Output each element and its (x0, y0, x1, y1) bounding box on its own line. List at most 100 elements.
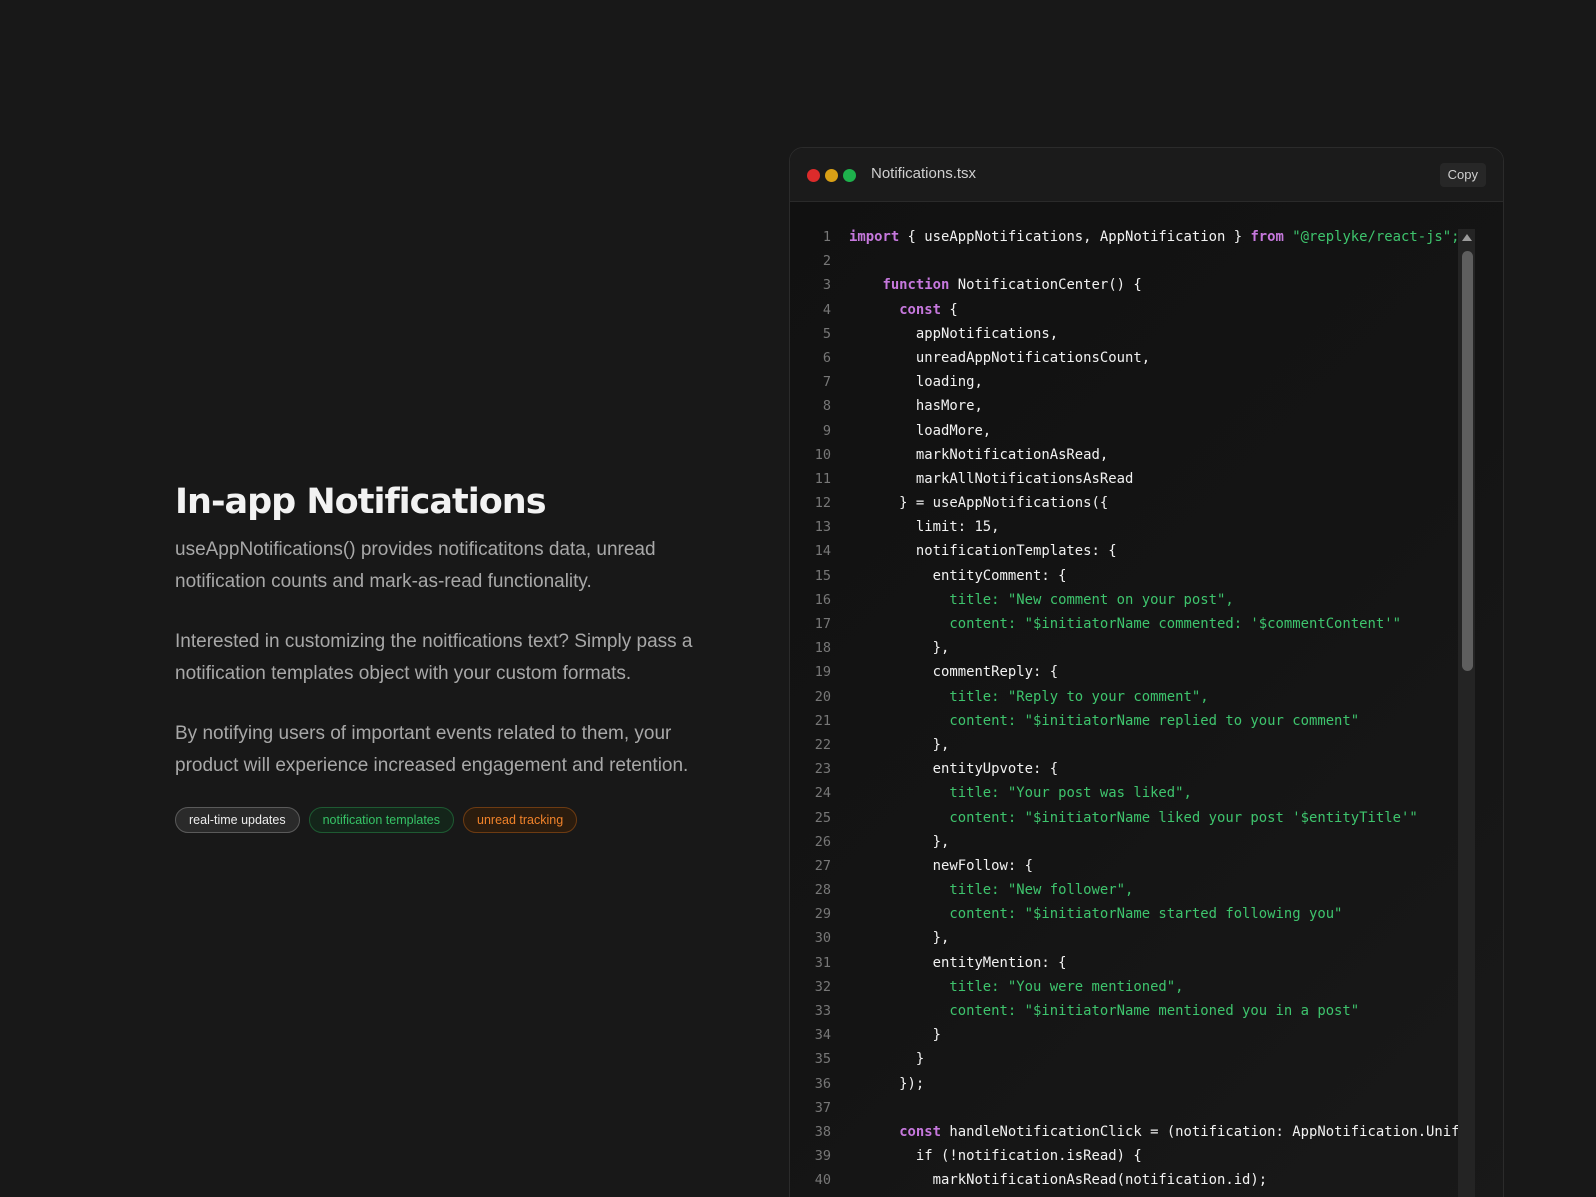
code-token: } = useAppNotifications({ (849, 495, 1109, 512)
code-line: 40 markNotificationAsRead(notification.i… (790, 1168, 1458, 1192)
feature-tags: real-time updates notification templates… (175, 807, 715, 833)
code-token: markNotificationAsRead, (849, 446, 1109, 463)
code-token: }, (849, 736, 950, 753)
code-line: 13 limit: 15, (790, 515, 1458, 539)
code-token: content: "$initiatorName commented: '$co… (949, 616, 1401, 632)
code-token: content: "$initiatorName started followi… (949, 906, 1343, 923)
section-title: In-app Notifications (175, 482, 547, 522)
line-number: 24 (814, 785, 831, 802)
code-line: 10 markNotificationAsRead, (790, 443, 1458, 467)
code-token: title: "Your post was liked", (949, 785, 1192, 802)
line-number: 34 (814, 1027, 831, 1044)
line-number: 12 (814, 495, 831, 512)
code-token: handleNotificationClick = (notification:… (941, 1123, 1458, 1140)
line-number: 1 (822, 229, 831, 245)
scroll-up-arrow-icon[interactable] (1462, 234, 1472, 241)
line-number: 19 (814, 664, 831, 681)
code-line: 36 }); (790, 1072, 1458, 1096)
code-line: 30 }, (790, 926, 1458, 950)
code-token: newFollow: { (849, 857, 1033, 874)
code-line: 15 entityComment: { (790, 564, 1458, 588)
code-token: }, (849, 833, 950, 850)
code-line: 16 title: "New comment on your post", (790, 588, 1458, 612)
line-number: 14 (814, 543, 831, 560)
scrollbar-thumb[interactable] (1462, 251, 1473, 671)
line-number: 9 (822, 422, 831, 439)
line-number: 15 (814, 567, 831, 584)
line-number: 37 (814, 1099, 831, 1116)
file-name: Notifications.tsx (871, 165, 977, 182)
close-dot-icon (807, 169, 820, 182)
copy-button[interactable]: Copy (1439, 163, 1486, 187)
line-number: 26 (814, 833, 831, 850)
code-line: 12 } = useAppNotifications({ (790, 491, 1458, 515)
code-token: entityUpvote: { (849, 761, 1059, 778)
line-number: 23 (814, 761, 831, 778)
code-line: 6 unreadAppNotificationsCount, (790, 346, 1458, 370)
code-line: 11 markAllNotificationsAsRead (790, 467, 1458, 491)
code-line: 27 newFollow: { (790, 854, 1458, 878)
line-number: 28 (814, 882, 831, 899)
code-token: }, (849, 930, 950, 947)
code-token: content: "$initiatorName liked your post… (949, 809, 1418, 826)
code-token: appNotifications, (849, 325, 1059, 342)
line-number: 13 (814, 519, 831, 536)
code-line: 28 title: "New follower", (790, 878, 1458, 902)
code-line: 3 function NotificationCenter() { (790, 273, 1458, 297)
code-line: 31 entityMention: { (790, 951, 1458, 975)
line-number: 3 (822, 277, 831, 294)
code-line: 38 const handleNotificationClick = (noti… (790, 1120, 1458, 1144)
code-token: commentReply: { (849, 664, 1059, 681)
line-number: 18 (814, 640, 831, 657)
code-token: { useAppNotifications, AppNotification } (899, 229, 1251, 245)
tag-unread-tracking: unread tracking (463, 807, 578, 833)
code-line: 37 (790, 1096, 1458, 1120)
code-token: content: "$initiatorName replied to your… (949, 712, 1360, 729)
line-number: 11 (814, 470, 831, 487)
code-line: 33 content: "$initiatorName mentioned yo… (790, 999, 1458, 1023)
description-paragraph: Interested in customizing the noitficati… (175, 631, 693, 684)
line-number: 30 (814, 930, 831, 947)
code-token: "@replyke/react-js"; (1292, 229, 1458, 245)
code-token: loadMore, (849, 422, 992, 439)
code-token: markNotificationAsRead(notification.id); (849, 1172, 1268, 1189)
line-number: 36 (814, 1075, 831, 1092)
code-token: } (849, 1027, 941, 1044)
code-token: { (941, 301, 958, 318)
description-paragraph: useAppNotifications() provides notificat… (175, 539, 656, 592)
code-line: 39 if (!notification.isRead) { (790, 1144, 1458, 1168)
code-token: const (899, 301, 942, 318)
line-number: 29 (814, 906, 831, 923)
tag-notification-templates: notification templates (308, 807, 455, 833)
code-line: 32 title: "You were mentioned", (790, 975, 1458, 999)
description-paragraph: By notifying users of important events r… (175, 723, 689, 776)
code-line: 34 } (790, 1023, 1458, 1047)
code-token: title: "New follower", (949, 882, 1134, 899)
line-number: 8 (822, 398, 831, 415)
code-line: 19 commentReply: { (790, 660, 1458, 684)
code-line: 17 content: "$initiatorName commented: '… (790, 612, 1458, 636)
line-number: 5 (822, 325, 831, 342)
maximize-dot-icon (843, 169, 856, 182)
code-line: 20 title: "Reply to your comment", (790, 685, 1458, 709)
code-token: const (899, 1123, 942, 1140)
code-token: title: "Reply to your comment", (949, 688, 1209, 705)
code-line: 25 content: "$initiatorName liked your p… (790, 806, 1458, 830)
vertical-scrollbar[interactable] (1458, 229, 1475, 1197)
code-token: }, (849, 640, 950, 657)
line-number: 38 (814, 1123, 831, 1140)
code-block[interactable]: 1 import { useAppNotifications, AppNotifi… (790, 225, 1458, 1193)
code-token: import (849, 229, 900, 245)
line-number: 10 (814, 446, 831, 463)
code-token: NotificationCenter() { (949, 277, 1142, 294)
line-number: 16 (814, 591, 831, 608)
code-token: limit: 15, (849, 519, 1000, 536)
